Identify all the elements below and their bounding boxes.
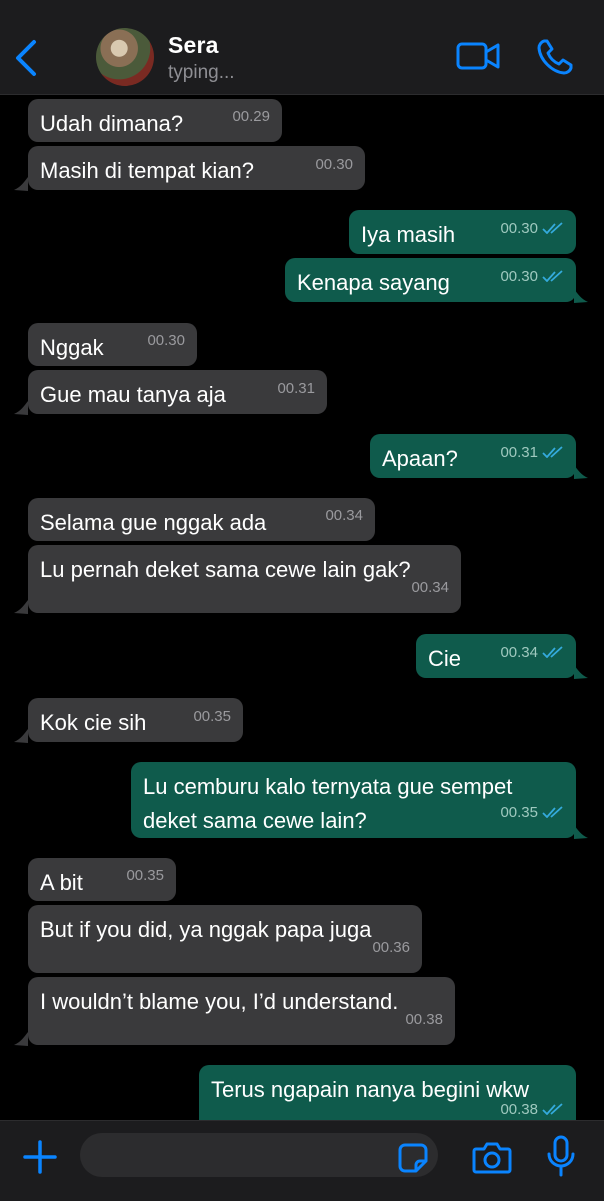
chevron-left-icon[interactable] [10, 36, 44, 80]
message-text: Selama gue nggak ada [40, 510, 267, 535]
message-time: 00.30 [315, 156, 353, 173]
bubble-tail [574, 289, 588, 303]
message-incoming[interactable]: Masih di tempat kian? 00.30 [28, 146, 365, 190]
message-incoming[interactable]: Udah dimana? 00.29 [28, 99, 282, 142]
avatar[interactable] [96, 28, 154, 86]
message-time: 00.38 [405, 1011, 443, 1028]
message-meta: 00.35 [500, 796, 564, 830]
message-time: 00.35 [500, 804, 538, 821]
phone-icon[interactable] [536, 38, 574, 76]
message-incoming[interactable]: A bit 00.35 [28, 858, 176, 901]
camera-icon[interactable] [472, 1139, 512, 1175]
sticker-icon[interactable] [398, 1143, 428, 1173]
message-meta: 00.30 [500, 212, 564, 246]
message-text: Lu cemburu kalo ternyata gue sempet deke… [143, 774, 513, 833]
bubble-tail [14, 600, 28, 614]
bubble-tail [14, 401, 28, 415]
message-time: 00.30 [500, 268, 538, 285]
message-incoming[interactable]: I wouldn’t blame you, I’d understand. 00… [28, 977, 455, 1045]
message-text: But if you did, ya nggak papa juga [40, 917, 372, 942]
message-text: A bit [40, 870, 83, 895]
message-incoming[interactable]: But if you did, ya nggak papa juga 00.36 [28, 905, 422, 973]
message-text: Iya masih [361, 222, 456, 247]
video-camera-icon[interactable] [456, 40, 500, 72]
message-incoming[interactable]: Gue mau tanya aja 00.31 [28, 370, 327, 414]
message-incoming[interactable]: Nggak 00.30 [28, 323, 197, 366]
message-meta: 00.34 [500, 636, 564, 670]
message-composer [0, 1120, 604, 1201]
message-time: 00.34 [411, 579, 449, 596]
double-check-icon [542, 270, 563, 282]
message-time: 00.34 [325, 507, 363, 524]
message-outgoing[interactable]: Cie 00.34 [416, 634, 576, 678]
message-time: 00.35 [193, 708, 231, 725]
message-time: 00.38 [500, 1101, 538, 1118]
message-list[interactable]: Udah dimana? 00.29 Masih di tempat kian?… [0, 95, 604, 1120]
message-text: Kok cie sih [40, 710, 147, 735]
message-text: Lu pernah deket sama cewe lain gak? [40, 557, 411, 582]
microphone-icon[interactable] [546, 1135, 576, 1177]
message-time: 00.36 [372, 939, 410, 956]
message-time: 00.35 [126, 867, 164, 884]
contact-status: typing... [168, 62, 235, 83]
message-text: Nggak [40, 335, 104, 360]
message-text: Cie [428, 646, 462, 671]
message-input[interactable] [80, 1133, 438, 1177]
message-meta: 00.38 [500, 1093, 564, 1120]
double-check-icon [542, 446, 563, 458]
message-text: Apaan? [382, 446, 458, 471]
message-outgoing[interactable]: Kenapa sayang 00.30 [285, 258, 576, 302]
message-text: I wouldn’t blame you, I’d understand. [40, 989, 399, 1014]
message-incoming[interactable]: Kok cie sih 00.35 [28, 698, 243, 742]
message-outgoing[interactable]: Iya masih 00.30 [349, 210, 576, 254]
contact-name[interactable]: Sera [168, 32, 219, 59]
message-incoming[interactable]: Selama gue nggak ada 00.34 [28, 498, 375, 541]
double-check-icon [542, 806, 563, 818]
message-outgoing[interactable]: Lu cemburu kalo ternyata gue sempet deke… [131, 762, 576, 838]
chat-header: Sera typing... [0, 0, 604, 95]
bubble-tail [14, 177, 28, 191]
bubble-tail [574, 825, 588, 839]
message-outgoing[interactable]: Apaan? 00.31 [370, 434, 576, 478]
message-text: Gue mau tanya aja [40, 382, 226, 407]
message-time: 00.34 [500, 644, 538, 661]
message-time: 00.31 [500, 444, 538, 461]
double-check-icon [542, 1103, 563, 1115]
message-time: 00.30 [147, 332, 185, 349]
message-time: 00.30 [500, 220, 538, 237]
double-check-icon [542, 646, 563, 658]
message-outgoing[interactable]: Terus ngapain nanya begini wkw 00.38 [199, 1065, 576, 1120]
plus-icon[interactable] [22, 1139, 58, 1175]
message-text: Kenapa sayang [297, 270, 450, 295]
message-time: 00.29 [232, 108, 270, 125]
double-check-icon [542, 222, 563, 234]
bubble-tail [574, 465, 588, 479]
message-text: Udah dimana? [40, 111, 184, 136]
message-time: 00.31 [277, 380, 315, 397]
bubble-tail [14, 1032, 28, 1046]
message-meta: 00.30 [500, 260, 564, 294]
message-text: Terus ngapain nanya begini wkw [211, 1077, 529, 1102]
message-incoming[interactable]: Lu pernah deket sama cewe lain gak? 00.3… [28, 545, 461, 613]
bubble-tail [574, 665, 588, 679]
message-text: Masih di tempat kian? [40, 158, 254, 183]
bubble-tail [14, 729, 28, 743]
message-meta: 00.31 [500, 436, 564, 470]
